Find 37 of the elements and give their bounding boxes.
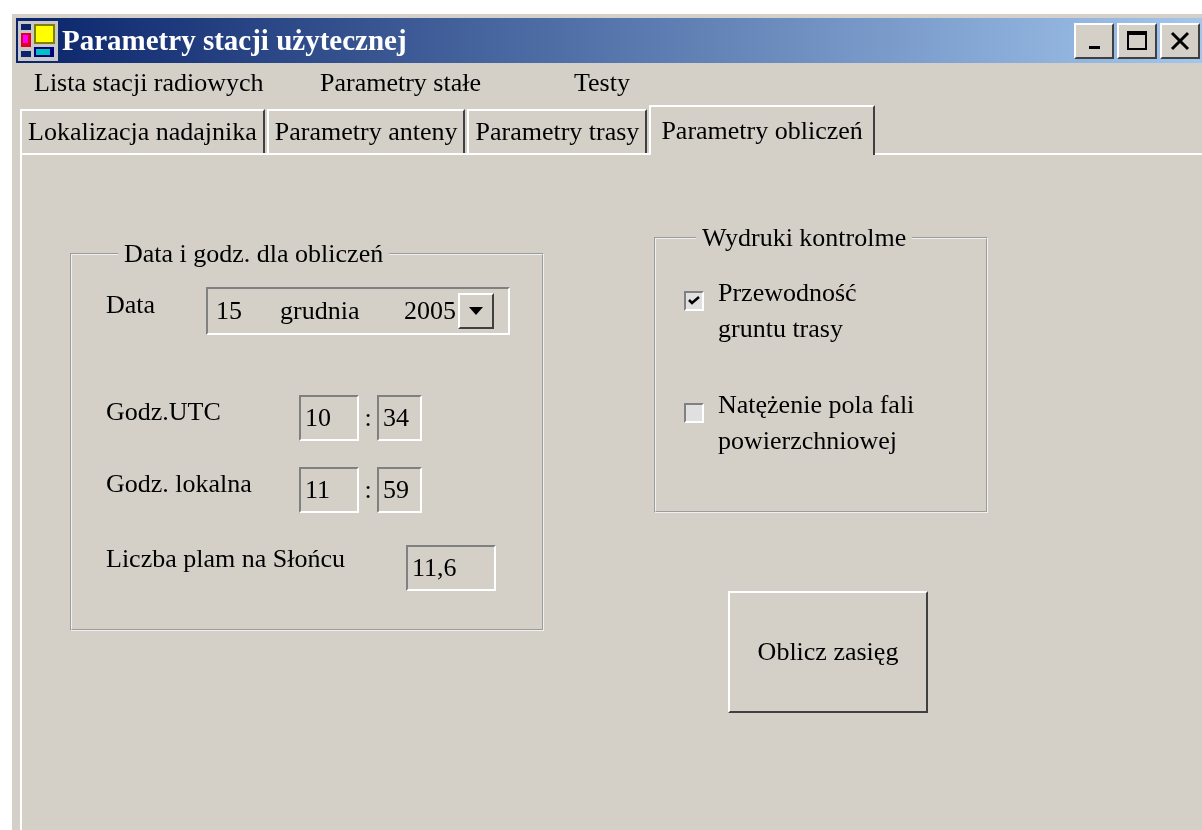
tab[interactable]: Parametry trasy xyxy=(467,109,648,153)
field-label: Godz.UTC xyxy=(106,397,222,427)
menu-item[interactable]: Lista stacji radiowych xyxy=(34,68,264,98)
maximize-icon xyxy=(1126,29,1148,52)
time-separator: : xyxy=(363,403,373,433)
tab[interactable]: Lokalizacja nadajnika xyxy=(20,109,265,153)
tab[interactable]: Parametry obliczeń xyxy=(649,105,875,155)
minute-field[interactable]: 59 xyxy=(377,467,422,513)
checkbox[interactable] xyxy=(684,291,704,311)
tab[interactable]: Parametry anteny xyxy=(266,109,466,153)
close-icon xyxy=(1169,29,1191,52)
sunspot-field[interactable]: 11,6 xyxy=(406,545,496,591)
minimize-button[interactable] xyxy=(1074,22,1114,59)
check-icon xyxy=(688,296,700,306)
hour-field[interactable]: 11 xyxy=(299,467,359,513)
minimize-icon xyxy=(1088,46,1100,49)
caret-icon xyxy=(469,307,483,315)
menu-item[interactable]: Testy xyxy=(574,68,630,98)
group-title: Wydruki kontrolme xyxy=(701,223,908,253)
minute-field[interactable]: 34 xyxy=(377,395,422,441)
menu-item[interactable]: Parametry stałe xyxy=(320,68,481,98)
checkbox[interactable] xyxy=(684,403,704,423)
close-button[interactable] xyxy=(1160,22,1200,59)
app-icon xyxy=(18,20,58,61)
checkbox-label: Przewodność gruntu trasy xyxy=(718,277,857,345)
dropdown-button[interactable] xyxy=(458,293,494,329)
calculate-button[interactable]: Oblicz zasięg xyxy=(728,591,928,713)
date-picker[interactable]: 15 grudnia 2005 xyxy=(206,287,510,335)
field-label: Liczba plam na Słońcu xyxy=(106,544,346,574)
field-label: Data xyxy=(106,290,157,320)
checkbox-label: Natężenie pola fali powierzchniowej xyxy=(718,389,915,457)
field-label: Godz. lokalna xyxy=(106,469,253,499)
window-title: Parametry stacji użytecznej xyxy=(62,24,408,57)
hour-field[interactable]: 10 xyxy=(299,395,359,441)
group-title: Data i godz. dla obliczeń xyxy=(123,239,385,269)
maximize-button[interactable] xyxy=(1117,22,1157,59)
time-separator: : xyxy=(363,475,373,505)
